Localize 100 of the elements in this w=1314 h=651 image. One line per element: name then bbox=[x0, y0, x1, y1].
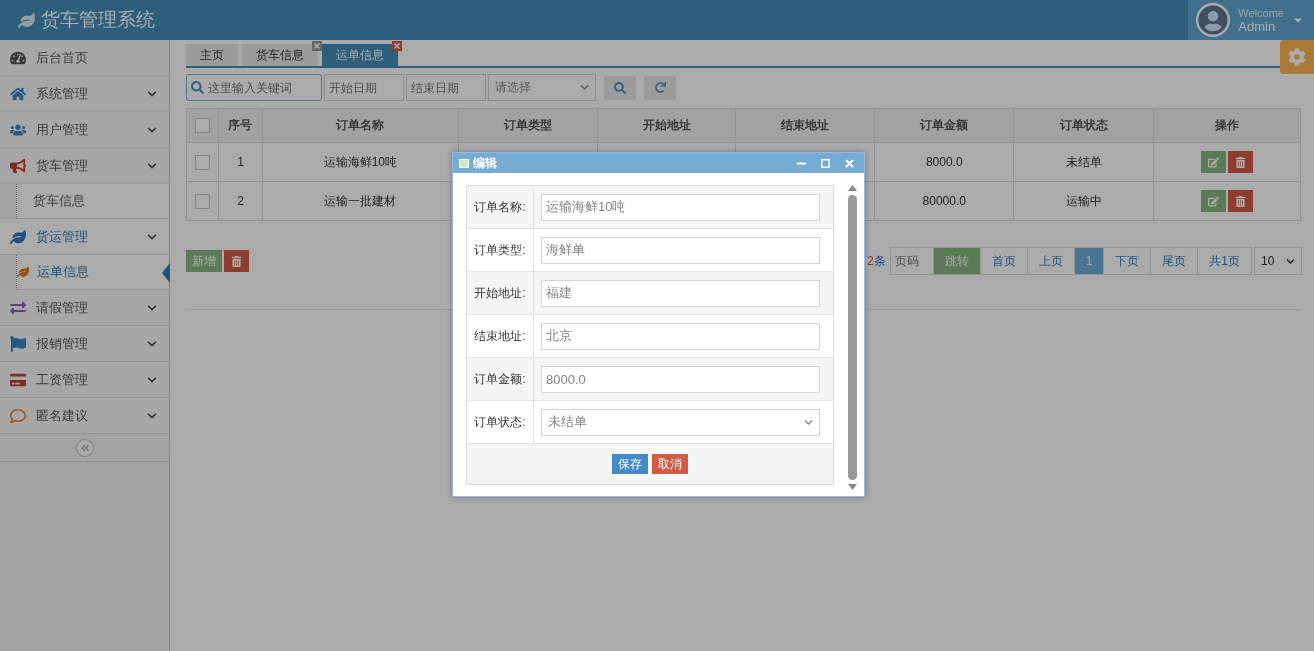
menu-item[interactable]: 请假管理 bbox=[0, 290, 169, 326]
chevron-icon bbox=[1286, 256, 1295, 266]
app-title: 货车管理系统 bbox=[41, 8, 155, 32]
window-icon bbox=[459, 158, 469, 168]
card-icon bbox=[10, 371, 26, 388]
chevron-icon bbox=[147, 374, 157, 385]
comment-icon bbox=[10, 407, 26, 424]
submenu-item[interactable]: 货车信息 bbox=[16, 184, 169, 219]
delete-button[interactable] bbox=[1228, 151, 1254, 173]
table-cell: 1 bbox=[218, 142, 263, 182]
welcome-text: Welcome bbox=[1238, 7, 1284, 20]
menu-item[interactable]: 系统管理 bbox=[0, 76, 169, 112]
avatar-icon bbox=[1196, 3, 1231, 37]
field-label: 开始地址: bbox=[467, 272, 534, 314]
menu-item[interactable]: 匿名建议 bbox=[0, 398, 169, 434]
chevron-icon bbox=[147, 302, 157, 313]
settings-button[interactable] bbox=[1280, 40, 1314, 74]
page-size-select[interactable]: 10 bbox=[1254, 247, 1302, 275]
user-menu[interactable]: Welcome Admin bbox=[1188, 0, 1314, 40]
header-cell: 订单名称 bbox=[262, 108, 459, 143]
edit-icon bbox=[1208, 156, 1220, 168]
search-field[interactable]: 这里输入关键词 bbox=[186, 74, 322, 101]
header-cell: 订单状态 bbox=[1013, 108, 1154, 143]
menu-item[interactable]: 货车管理 bbox=[0, 148, 169, 184]
total-pages: 共1页 bbox=[1197, 247, 1252, 275]
page-field[interactable]: 页码 bbox=[889, 247, 934, 275]
input-field[interactable]: 福建 bbox=[541, 279, 820, 307]
refresh-icon bbox=[654, 82, 666, 93]
save-button[interactable]: 保存 bbox=[612, 454, 648, 474]
last-page-button[interactable]: 尾页 bbox=[1150, 247, 1199, 275]
edit-button[interactable] bbox=[1201, 190, 1227, 212]
input-field[interactable]: 北京 bbox=[541, 322, 820, 350]
reset-button[interactable] bbox=[644, 75, 676, 100]
arrows-icon bbox=[10, 299, 26, 316]
next-page-button[interactable]: 下页 bbox=[1103, 247, 1152, 275]
chevron-icon bbox=[580, 83, 589, 92]
table-cell: 未结单 bbox=[1013, 142, 1154, 182]
maximize-button[interactable] bbox=[820, 158, 830, 168]
menu-item[interactable]: 货运管理 bbox=[0, 219, 169, 255]
scroll-up-icon[interactable] bbox=[847, 185, 857, 191]
edit-button[interactable] bbox=[1201, 151, 1227, 173]
search-icon bbox=[191, 81, 204, 94]
table-cell: 8000.0 bbox=[874, 142, 1014, 182]
field-label: 订单名称: bbox=[467, 186, 534, 228]
chevron-icon bbox=[147, 124, 157, 135]
input-field[interactable]: 海鲜单 bbox=[541, 236, 820, 264]
dialog-title-bar: 编辑 bbox=[453, 153, 864, 173]
status-select[interactable]: 请选择 bbox=[488, 74, 596, 101]
settings-icon bbox=[1288, 48, 1306, 66]
trash-icon bbox=[231, 255, 242, 267]
chevron-icon bbox=[147, 88, 157, 99]
menu-item[interactable]: 报销管理 bbox=[0, 326, 169, 362]
checkbox[interactable] bbox=[195, 193, 210, 209]
search-icon bbox=[614, 81, 626, 94]
trash-icon bbox=[1235, 156, 1247, 168]
first-page-button[interactable]: 首页 bbox=[979, 247, 1028, 275]
input-field[interactable]: 8000.0 bbox=[541, 365, 820, 393]
megaphone-icon bbox=[10, 157, 26, 174]
status-select[interactable]: 未结单 bbox=[541, 408, 820, 436]
submenu-item[interactable]: 运单信息 bbox=[16, 255, 169, 290]
start-date-field[interactable]: 开始日期 bbox=[324, 74, 404, 101]
close-icon[interactable] bbox=[392, 41, 402, 51]
header-cell: 序号 bbox=[218, 108, 263, 143]
checkbox[interactable] bbox=[195, 118, 210, 133]
add-button[interactable]: 新增 bbox=[186, 250, 222, 272]
delete-button[interactable] bbox=[224, 250, 249, 272]
close-button[interactable] bbox=[844, 158, 854, 168]
field-label: 订单金额: bbox=[467, 358, 534, 400]
scroll-down-icon[interactable] bbox=[847, 484, 857, 490]
leaf-icon bbox=[18, 11, 35, 29]
dashboard-icon bbox=[10, 49, 26, 66]
jump-button[interactable]: 跳转 bbox=[932, 247, 981, 275]
close-icon[interactable] bbox=[312, 41, 322, 51]
scrollbar-thumb[interactable] bbox=[847, 195, 857, 480]
delete-button[interactable] bbox=[1228, 190, 1254, 212]
home-icon bbox=[10, 85, 26, 102]
menu-item[interactable]: 工资管理 bbox=[0, 362, 169, 398]
double-chevron-icon bbox=[79, 442, 90, 453]
menu-item[interactable]: 用户管理 bbox=[0, 112, 169, 148]
chevron-icon bbox=[147, 410, 157, 421]
menu-item[interactable]: 后台首页 bbox=[0, 40, 169, 76]
header-cell: 操作 bbox=[1153, 108, 1301, 143]
chevron-icon bbox=[147, 338, 157, 349]
search-button[interactable] bbox=[604, 75, 636, 100]
collapse-button[interactable] bbox=[75, 438, 94, 457]
flag-icon bbox=[10, 335, 26, 352]
edit-icon bbox=[1208, 195, 1220, 207]
chevron-icon bbox=[804, 417, 813, 427]
chevron-icon bbox=[147, 160, 157, 171]
trash-icon bbox=[1235, 195, 1247, 207]
leaf-icon bbox=[10, 228, 26, 245]
checkbox[interactable] bbox=[195, 154, 210, 170]
table-cell: 2 bbox=[218, 181, 263, 221]
cancel-button[interactable]: 取消 bbox=[652, 454, 688, 474]
prev-page-button[interactable]: 上页 bbox=[1026, 247, 1075, 275]
input-field[interactable]: 运输海鲜10吨 bbox=[541, 193, 820, 221]
leaf-icon bbox=[17, 266, 29, 278]
tab[interactable]: 主页 bbox=[186, 44, 238, 66]
table-cell: 运输中 bbox=[1013, 181, 1154, 221]
end-date-field[interactable]: 结束日期 bbox=[406, 74, 486, 101]
